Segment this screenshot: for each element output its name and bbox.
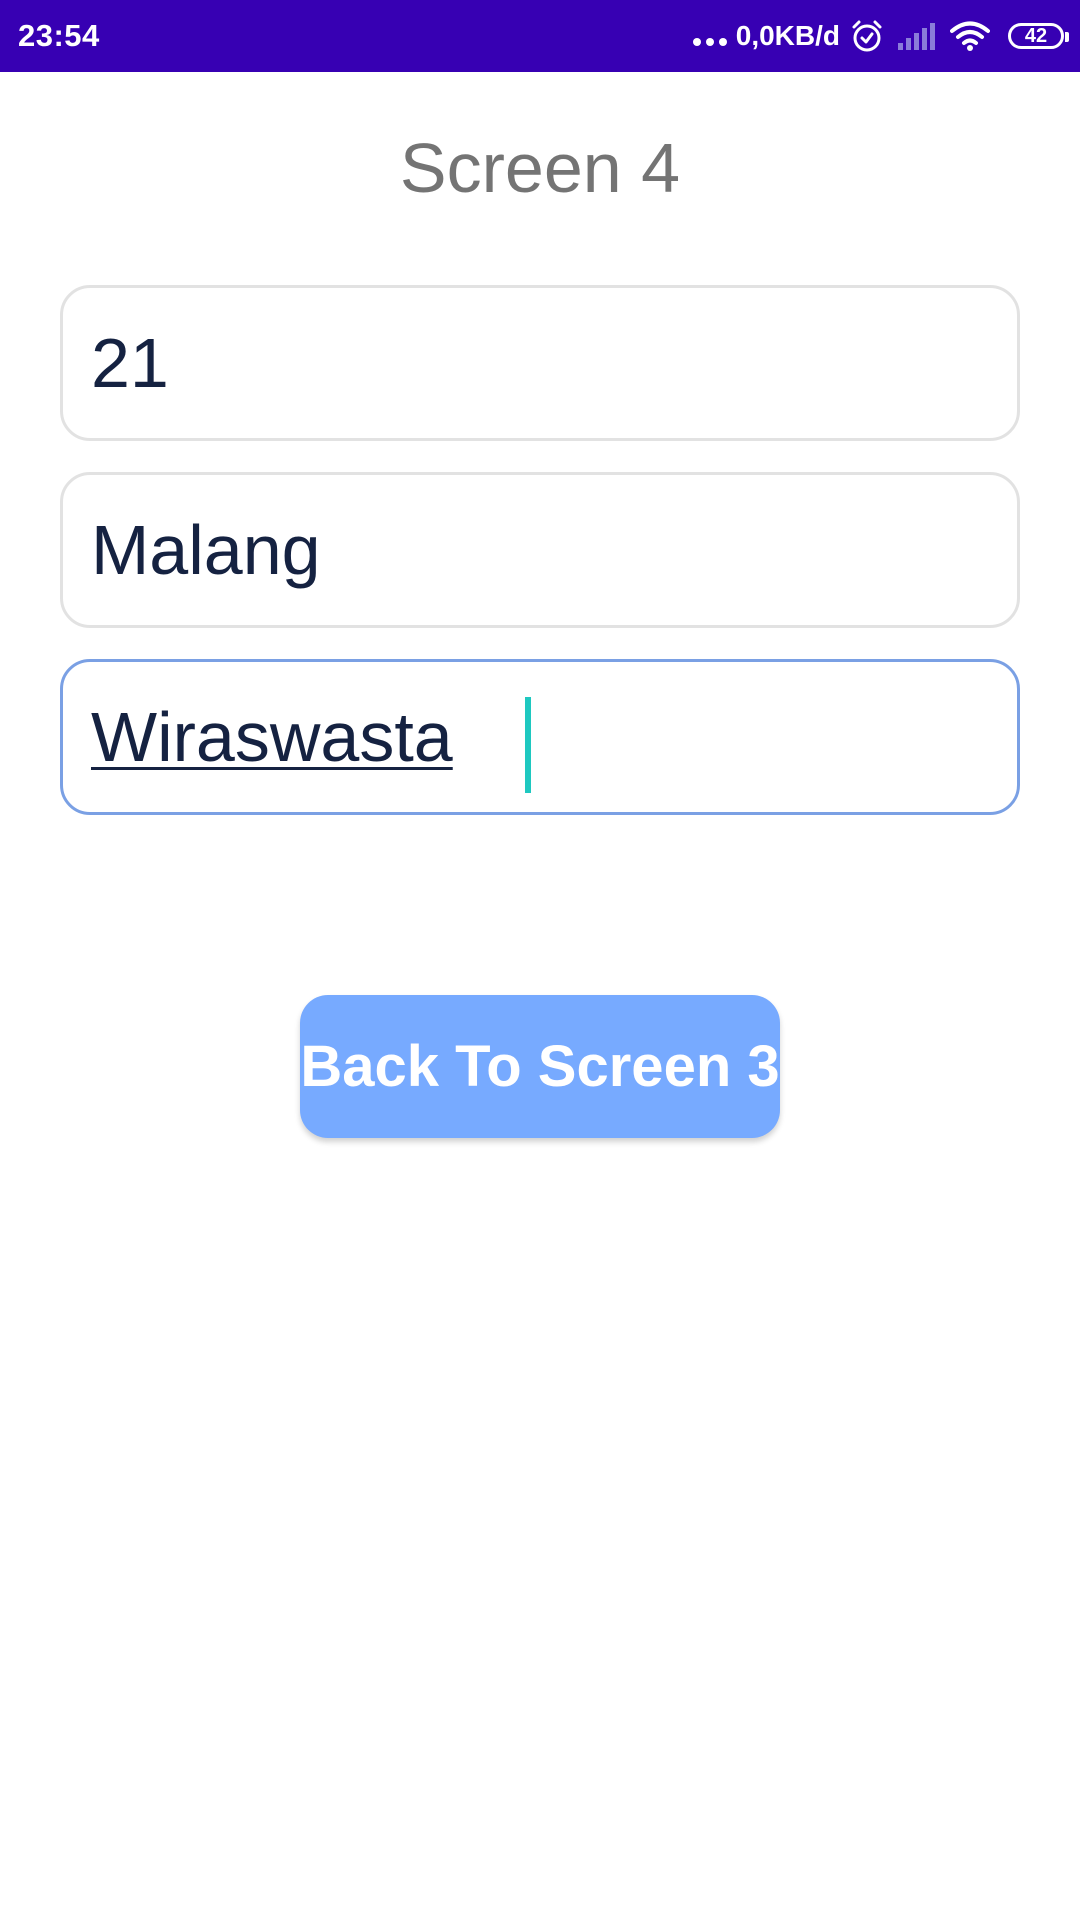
occupation-input[interactable]: Wiraswasta bbox=[60, 659, 1020, 815]
status-bar: 23:54 0,0KB/d 42 bbox=[0, 0, 1080, 72]
more-dots-icon bbox=[692, 26, 732, 46]
page-title: Screen 4 bbox=[399, 129, 681, 207]
battery-level: 42 bbox=[1024, 25, 1048, 47]
age-input-value: 21 bbox=[91, 324, 169, 402]
alarm-icon bbox=[852, 20, 882, 52]
wifi-icon bbox=[950, 21, 990, 51]
occupation-input-value: Wiraswasta bbox=[91, 698, 453, 776]
city-input[interactable]: Malang bbox=[60, 472, 1020, 628]
status-time: 23:54 bbox=[18, 18, 100, 53]
text-cursor bbox=[525, 697, 531, 793]
age-input[interactable]: 21 bbox=[60, 285, 1020, 441]
signal-icon bbox=[898, 23, 935, 50]
back-to-screen-3-button[interactable]: Back To Screen 3 bbox=[300, 995, 780, 1138]
network-speed: 0,0KB/d bbox=[735, 20, 840, 51]
battery-icon: 42 bbox=[1008, 23, 1069, 49]
city-input-value: Malang bbox=[91, 511, 321, 589]
status-icons: 0,0KB/d 42 bbox=[692, 0, 1069, 72]
